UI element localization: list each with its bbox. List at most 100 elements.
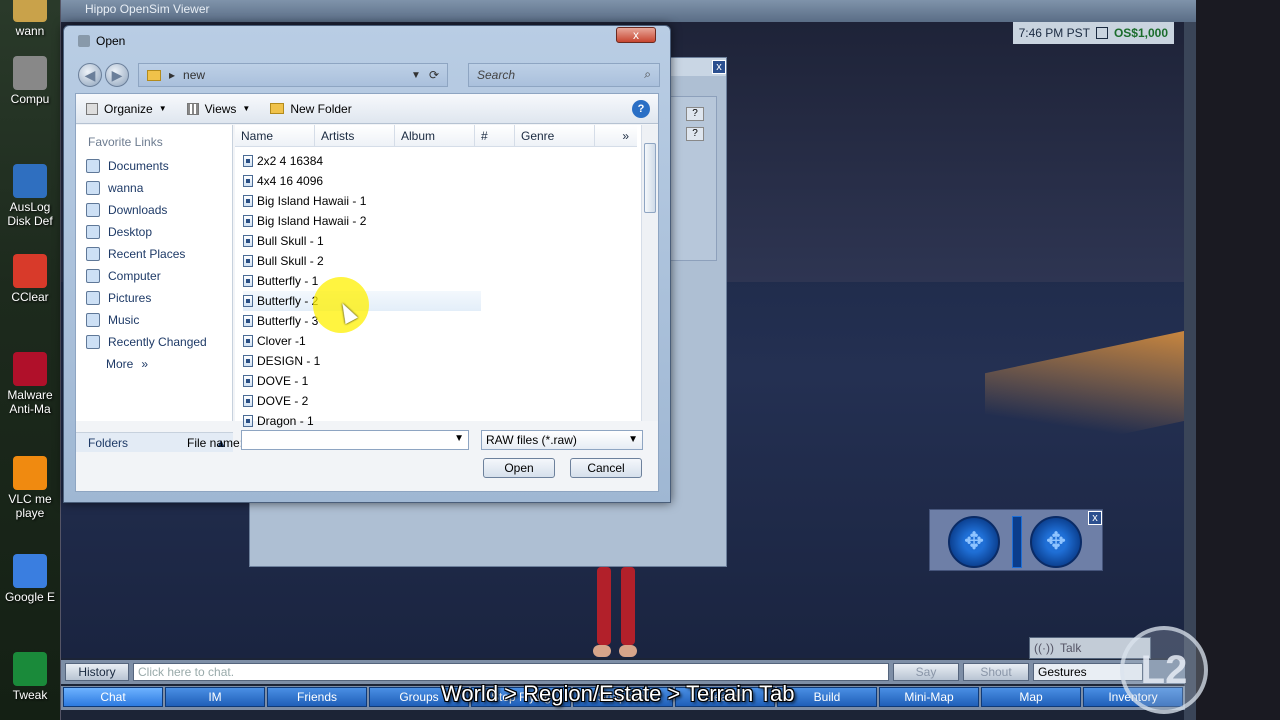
file-row[interactable]: DESIGN - 1 bbox=[243, 351, 635, 371]
favorite-link[interactable]: wanna bbox=[76, 177, 232, 199]
forward-button[interactable]: ▶ bbox=[105, 63, 129, 87]
shout-button[interactable]: Shout bbox=[963, 663, 1029, 681]
desktop-icon[interactable]: CClear bbox=[0, 254, 60, 304]
move-joystick[interactable]: ✥ bbox=[1030, 516, 1082, 568]
desktop-icon[interactable]: Google E bbox=[0, 554, 60, 604]
chat-input[interactable]: Click here to chat. bbox=[133, 663, 889, 681]
file-name-input[interactable]: ▼ bbox=[241, 430, 469, 450]
help-icon[interactable]: ? bbox=[686, 127, 704, 141]
open-button[interactable]: Open bbox=[483, 458, 555, 478]
file-row[interactable]: 4x4 16 4096 bbox=[243, 171, 635, 191]
desktop-icon[interactable]: AusLog Disk Def bbox=[0, 164, 60, 228]
speaker-icon[interactable]: ((·)) bbox=[1034, 641, 1054, 655]
desktop-icon[interactable]: Compu bbox=[0, 56, 60, 106]
file-row[interactable]: Bull Skull - 1 bbox=[243, 231, 635, 251]
say-button[interactable]: Say bbox=[893, 663, 959, 681]
file-row[interactable]: Butterfly - 2 bbox=[243, 291, 481, 311]
address-bar[interactable]: ▸ new ▼ ⟳ bbox=[138, 63, 448, 87]
history-button[interactable]: History bbox=[65, 663, 129, 681]
column-header[interactable]: Album bbox=[395, 125, 475, 147]
favorite-link[interactable]: Computer bbox=[76, 265, 232, 287]
views-button[interactable]: Views ▼ bbox=[186, 102, 251, 116]
turn-joystick[interactable]: ✥ bbox=[948, 516, 1000, 568]
close-button[interactable]: x bbox=[616, 27, 656, 43]
file-row[interactable]: Butterfly - 1 bbox=[243, 271, 635, 291]
avatar[interactable] bbox=[591, 567, 641, 657]
talk-button[interactable]: Talk bbox=[1060, 641, 1081, 655]
breadcrumb-folder[interactable]: new bbox=[183, 68, 205, 82]
favorite-link-label: Music bbox=[108, 313, 140, 327]
file-row[interactable]: DOVE - 2 bbox=[243, 391, 635, 411]
status-bar: 7:46 PM PST OS$1,000 bbox=[1012, 22, 1174, 44]
column-header[interactable]: Artists bbox=[315, 125, 395, 147]
raw-file-icon bbox=[243, 215, 253, 227]
toolbar-button[interactable]: Mini-Map bbox=[879, 687, 979, 707]
navigation-pane: Favorite Links Documents wanna Downloads De… bbox=[76, 125, 233, 452]
column-header[interactable]: # bbox=[475, 125, 515, 147]
arrows-icon: ✥ bbox=[963, 528, 985, 555]
favorite-link[interactable]: Pictures bbox=[76, 287, 232, 309]
new-folder-button[interactable]: New Folder bbox=[270, 102, 352, 116]
file-row[interactable]: Bull Skull - 2 bbox=[243, 251, 635, 271]
viewer-title: Hippo OpenSim Viewer bbox=[61, 0, 1196, 22]
close-icon[interactable]: x bbox=[1088, 511, 1102, 525]
money-icon[interactable] bbox=[1095, 27, 1108, 39]
fly-slider[interactable] bbox=[1012, 516, 1022, 568]
chevron-down-icon[interactable]: ▼ bbox=[454, 433, 464, 444]
column-header[interactable]: Genre bbox=[515, 125, 595, 147]
toolbar-button[interactable]: IM bbox=[165, 687, 265, 707]
toolbar-button[interactable]: Chat bbox=[63, 687, 163, 707]
favorite-link[interactable]: Downloads bbox=[76, 199, 232, 221]
toolbar-button[interactable]: Friends bbox=[267, 687, 367, 707]
back-button[interactable]: ◀ bbox=[78, 63, 102, 87]
more-columns-icon[interactable]: » bbox=[595, 125, 637, 147]
help-icon[interactable]: ? bbox=[632, 100, 650, 118]
file-name: DOVE - 2 bbox=[257, 394, 309, 408]
raw-file-icon bbox=[243, 355, 253, 367]
favorite-link[interactable]: Music bbox=[76, 309, 232, 331]
desktop-icon[interactable]: Tweak bbox=[0, 652, 60, 702]
folder-icon bbox=[86, 313, 100, 327]
favorite-link[interactable]: Recently Changed bbox=[76, 331, 232, 353]
raw-file-icon bbox=[243, 315, 253, 327]
favorite-link-label: Computer bbox=[108, 269, 161, 283]
toolbar-button[interactable]: Map bbox=[981, 687, 1081, 707]
file-row[interactable]: DOVE - 1 bbox=[243, 371, 635, 391]
search-input[interactable]: Search ⌕ bbox=[468, 63, 660, 87]
raw-file-icon bbox=[243, 295, 253, 307]
file-type-select[interactable]: RAW files (*.raw) ▼ bbox=[481, 430, 643, 450]
column-headers: Name Artists Album # Genre» bbox=[235, 125, 637, 147]
file-row[interactable]: 2x2 4 16384 bbox=[243, 151, 635, 171]
cancel-button[interactable]: Cancel bbox=[570, 458, 642, 478]
organize-label: Organize bbox=[104, 101, 153, 116]
file-row[interactable]: Clover -1 bbox=[243, 331, 635, 351]
favorite-link[interactable]: Documents bbox=[76, 155, 232, 177]
file-row[interactable]: Big Island Hawaii - 1 bbox=[243, 191, 635, 211]
scrollbar-thumb[interactable] bbox=[644, 143, 656, 213]
close-icon[interactable]: x bbox=[712, 60, 726, 74]
scrollbar[interactable] bbox=[641, 125, 658, 421]
desktop-icon[interactable]: Malware Anti-Ma bbox=[0, 352, 60, 416]
column-header[interactable]: Name bbox=[235, 125, 315, 147]
more-link[interactable]: More » bbox=[76, 353, 232, 375]
organize-button[interactable]: Organize ▼ bbox=[86, 102, 167, 116]
favorite-link[interactable]: Desktop bbox=[76, 221, 232, 243]
desktop-icon[interactable]: wann bbox=[0, 0, 60, 38]
app-icon bbox=[13, 0, 47, 22]
desktop-icon[interactable]: VLC me playe bbox=[0, 456, 60, 520]
chevron-down-icon: ▼ bbox=[242, 104, 251, 113]
favorite-link-label: Recent Places bbox=[108, 247, 186, 261]
chevron-down-icon[interactable]: ▼ bbox=[411, 70, 421, 81]
desktop-icon-label: CClear bbox=[11, 290, 49, 304]
help-icon[interactable]: ? bbox=[686, 107, 704, 121]
raw-file-icon bbox=[243, 375, 253, 387]
file-row[interactable]: Big Island Hawaii - 2 bbox=[243, 211, 635, 231]
desktop-icon-label: VLC me playe bbox=[8, 492, 52, 520]
favorite-link[interactable]: Recent Places bbox=[76, 243, 232, 265]
file-name: DOVE - 1 bbox=[257, 374, 309, 388]
file-row[interactable]: Butterfly - 3 bbox=[243, 311, 635, 331]
file-name: Big Island Hawaii - 1 bbox=[257, 194, 367, 208]
dialog-footer: File name: ▼ RAW files (*.raw) ▼ Open Ca… bbox=[76, 426, 658, 492]
refresh-icon[interactable]: ⟳ bbox=[429, 68, 439, 82]
raw-file-icon bbox=[243, 275, 253, 287]
